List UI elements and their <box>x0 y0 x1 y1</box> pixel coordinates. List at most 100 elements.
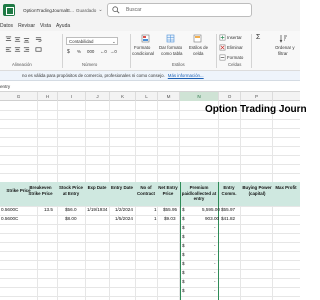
header-stock-price[interactable]: Stock Price at Entry <box>57 185 85 196</box>
title-bar: OptionTradingJournalE... Guardado ⌄ Busc… <box>0 0 300 20</box>
cell-exp-date[interactable]: 1/19/1934 <box>87 207 107 212</box>
cell-premium[interactable]: - <box>214 288 216 293</box>
column-header-i[interactable]: I <box>58 92 86 101</box>
cell-stock-price[interactable]: $8.00 <box>65 216 77 221</box>
column-header-k[interactable]: K <box>110 92 136 101</box>
align-bottom-icon[interactable] <box>23 36 30 43</box>
ribbon-separator <box>130 34 131 68</box>
number-format-select[interactable]: Contabilidad ⌄ <box>66 37 118 45</box>
wrap-text-icon[interactable] <box>35 36 42 43</box>
header-entry-date[interactable]: Entry Date <box>109 185 135 191</box>
header-breakeven-strike[interactable]: Breakeven Strike Price <box>22 185 59 196</box>
menu-revisar[interactable]: Revisar <box>18 23 35 29</box>
cell-net-entry[interactable]: $9.03 <box>164 216 176 221</box>
percent-format-button[interactable]: % <box>77 49 81 54</box>
column-header-p[interactable]: P <box>241 92 273 101</box>
cell-premium[interactable]: - <box>214 243 216 248</box>
format-as-table-button[interactable]: Dar formato <box>159 45 182 50</box>
cell-premium-symbol: $ <box>182 288 185 293</box>
menu-ayuda[interactable]: Ayuda <box>56 23 70 29</box>
thousands-format-button[interactable]: 000 <box>87 49 94 54</box>
sort-filter-icon[interactable] <box>279 34 288 43</box>
cell-breakeven[interactable]: 13.5 <box>44 207 53 212</box>
cell-entry-comm[interactable]: $55.97 <box>221 207 235 212</box>
cell-entry-date[interactable]: 1/2/2024 <box>115 207 133 212</box>
conditional-format-icon[interactable] <box>141 34 150 43</box>
format-button[interactable]: Formato <box>227 55 243 60</box>
info-bar: no es válida para propósitos de comercio… <box>0 71 300 81</box>
column-header-o[interactable]: O <box>219 92 241 101</box>
header-exp-date[interactable]: Exp Date <box>85 185 109 191</box>
align-center-icon[interactable] <box>14 46 21 53</box>
insert-icon[interactable] <box>219 34 226 41</box>
cell-premium-symbol: $ <box>182 225 185 230</box>
cell-styles-button[interactable]: Estilos de <box>189 45 208 50</box>
cell-premium-symbol: $ <box>182 270 185 275</box>
menu-datos[interactable]: Datos <box>0 23 13 29</box>
merge-cells-icon[interactable] <box>35 46 42 53</box>
cell-styles-icon[interactable] <box>193 34 202 43</box>
header-max-profit[interactable]: Max Profit <box>272 185 300 191</box>
cell-premium[interactable]: - <box>214 261 216 266</box>
header-entry-comm[interactable]: Entry Comm. <box>218 185 240 196</box>
column-header-m[interactable]: M <box>158 92 180 101</box>
cell-contracts[interactable]: 1 <box>154 207 157 212</box>
header-buying-power[interactable]: Buying Power (capital) <box>240 185 274 196</box>
cell-contracts[interactable]: 1 <box>154 216 157 221</box>
formula-bar[interactable]: entry <box>0 81 300 92</box>
header-net-entry-price[interactable]: Net Entry Price <box>157 185 179 196</box>
currency-format-icon[interactable]: $ <box>67 49 70 55</box>
more-info-link[interactable]: Más información... <box>168 73 204 78</box>
cell-premium-symbol: $ <box>182 216 185 221</box>
cell-strike[interactable]: 0.5600C <box>1 207 18 212</box>
info-message: no es válida para propósitos de comercio… <box>22 73 165 78</box>
ribbon-separator <box>62 34 63 68</box>
delete-icon[interactable] <box>219 44 226 51</box>
search-input[interactable]: Buscar <box>126 7 142 13</box>
chevron-down-icon[interactable]: ⌄ <box>98 7 102 13</box>
cell-strike[interactable]: 0.5600C <box>1 216 18 221</box>
column-headers: G H I J K L M N O P <box>0 92 300 101</box>
cell-premium[interactable]: 903.00 <box>205 216 219 221</box>
menu-vista[interactable]: Vista <box>40 23 51 29</box>
align-right-icon[interactable] <box>23 46 30 53</box>
sheet-heading[interactable]: Option Trading Journ <box>205 104 307 115</box>
column-header-l[interactable]: L <box>136 92 158 101</box>
cell-premium[interactable]: - <box>214 252 216 257</box>
cell-premium[interactable]: - <box>214 225 216 230</box>
column-header-g[interactable]: G <box>0 92 38 101</box>
cell-premium[interactable]: - <box>214 279 216 284</box>
cell-stock-price[interactable]: $56.0 <box>65 207 77 212</box>
column-header-j[interactable]: J <box>86 92 110 101</box>
sort-filter-button[interactable]: Ordenar y <box>275 45 295 50</box>
insert-button[interactable]: Insertar <box>227 35 242 40</box>
cell-entry-date[interactable]: 1/5/2024 <box>115 216 133 221</box>
cell-premium-symbol: $ <box>182 252 185 257</box>
delete-button[interactable]: Eliminar <box>227 45 243 50</box>
header-no-of-contract[interactable]: No of Contract <box>135 185 157 196</box>
conditional-format-button[interactable]: Formato <box>134 45 150 50</box>
align-top-icon[interactable] <box>5 36 12 43</box>
formula-content[interactable]: entry <box>0 84 10 89</box>
format-icon[interactable] <box>219 54 226 61</box>
cell-entry-comm[interactable]: $41.82 <box>221 216 235 221</box>
cell-styles-button-line2: celda <box>193 51 204 56</box>
search-box[interactable]: Buscar <box>107 3 252 17</box>
align-middle-icon[interactable] <box>14 36 21 43</box>
cell-premium[interactable]: - <box>214 234 216 239</box>
cell-premium[interactable]: 5,595.00 <box>202 207 220 212</box>
column-header-h[interactable]: H <box>38 92 58 101</box>
conditional-format-button-line2: condicional <box>132 51 154 56</box>
decrease-decimal-icon[interactable]: →0 <box>110 49 117 54</box>
align-left-icon[interactable] <box>5 46 12 53</box>
search-icon <box>112 6 120 14</box>
document-title[interactable]: OptionTradingJournalE... <box>23 8 74 13</box>
table-format-icon[interactable] <box>166 34 175 43</box>
group-styles-label: Estilos <box>172 62 185 67</box>
save-status[interactable]: Guardado <box>76 8 96 13</box>
column-header-n[interactable]: N <box>180 92 219 101</box>
cell-premium[interactable]: - <box>214 270 216 275</box>
increase-decimal-icon[interactable]: ←0 <box>100 49 107 54</box>
autosum-icon[interactable]: Σ <box>256 34 260 41</box>
cell-net-entry[interactable]: $55.95 <box>163 207 177 212</box>
